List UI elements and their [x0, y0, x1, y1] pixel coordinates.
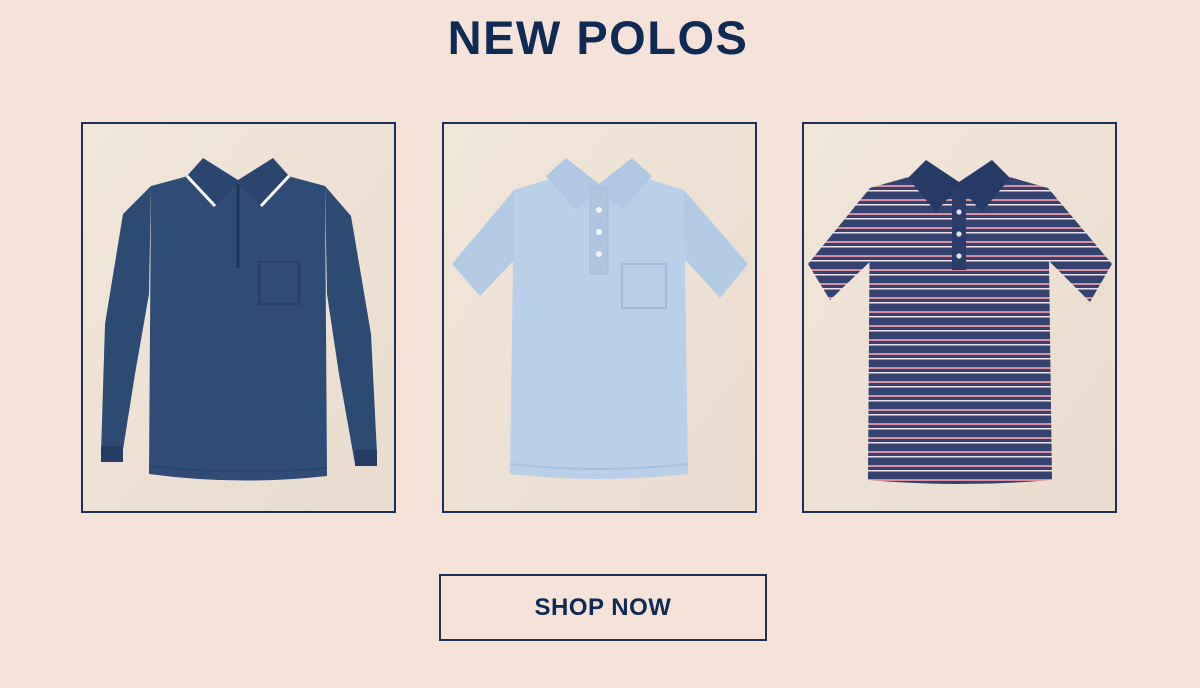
light-blue-short-sleeve-polo-image	[444, 124, 755, 511]
shop-now-button[interactable]: SHOP NOW	[439, 574, 767, 641]
page-title: NEW POLOS	[447, 11, 749, 64]
navy-pink-striped-polo-image	[804, 124, 1115, 511]
product-card-light-blue-short-sleeve-polo[interactable]	[442, 122, 757, 513]
product-card-navy-long-sleeve-polo[interactable]	[81, 122, 396, 513]
product-card-navy-pink-striped-polo[interactable]	[802, 122, 1117, 513]
navy-long-sleeve-polo-image	[83, 124, 394, 511]
